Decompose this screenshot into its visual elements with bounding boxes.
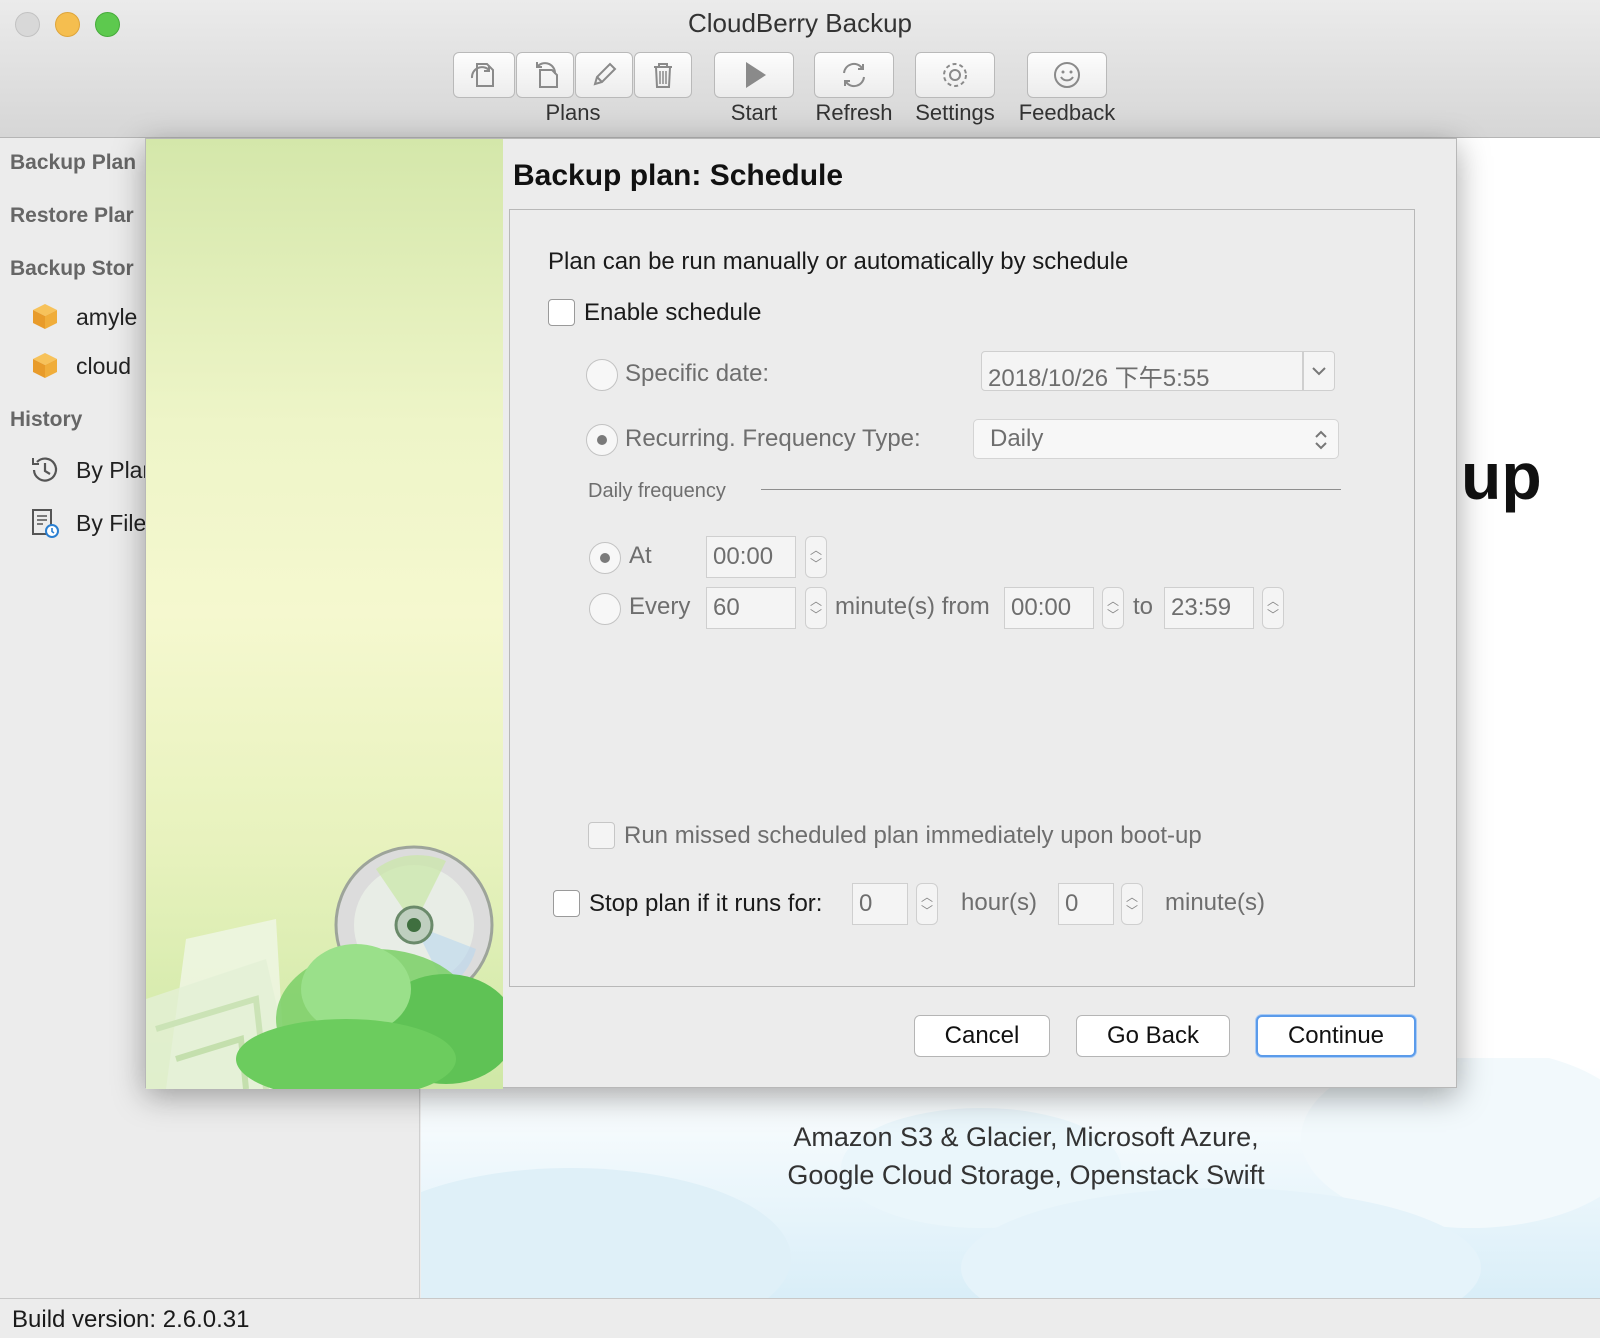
- sidebar-backup-storage[interactable]: Backup Stor: [10, 257, 134, 281]
- restore-plan-icon: [536, 62, 558, 88]
- plans-label: Plans: [545, 100, 601, 125]
- at-time-field[interactable]: 00:00: [706, 536, 796, 578]
- to-label: to: [1133, 593, 1154, 620]
- at-time-stepper[interactable]: ︿ ﹀: [805, 536, 827, 578]
- history-clock-icon: [32, 457, 58, 482]
- providers-line-2: Google Cloud Storage, Openstack Swift: [787, 1160, 1265, 1190]
- date-dropdown-button[interactable]: [1303, 351, 1335, 391]
- enable-schedule-checkbox[interactable]: [548, 299, 575, 326]
- sidebar-item-label: By File: [76, 509, 147, 536]
- settings-label: Settings: [915, 100, 995, 125]
- sidebar-item-history-by-file[interactable]: By File: [28, 506, 146, 540]
- amazon-s3-icon: [33, 353, 57, 378]
- at-time-radio[interactable]: [589, 542, 621, 574]
- stop-minutes-stepper[interactable]: ︿ ﹀: [1121, 883, 1143, 925]
- wizard-side-art: [146, 139, 503, 1089]
- providers-line-1: Amazon S3 & Glacier, Microsoft Azure,: [793, 1122, 1259, 1152]
- run-missed-checkbox[interactable]: [588, 822, 615, 849]
- edit-plan-button[interactable]: [575, 52, 633, 98]
- build-version: Build version: 2.6.0.31: [12, 1306, 250, 1333]
- hours-label: hour(s): [961, 889, 1038, 916]
- start-label: Start: [730, 100, 778, 125]
- every-minutes-stepper[interactable]: ︿ ﹀: [805, 587, 827, 629]
- from-time-stepper[interactable]: ︿ ﹀: [1102, 587, 1124, 629]
- title-bar: CloudBerry Backup Plans Start Refresh Se…: [0, 0, 1600, 138]
- dialog-title: Backup plan: Schedule: [513, 159, 844, 192]
- providers-text: Amazon S3 & Glacier, Microsoft Azure, Go…: [721, 1118, 1331, 1194]
- to-time-field[interactable]: 23:59: [1164, 587, 1254, 629]
- every-label: Every: [629, 593, 691, 620]
- trash-icon: [654, 63, 672, 88]
- continue-button[interactable]: Continue: [1256, 1015, 1416, 1057]
- backup-plan-icon: [470, 63, 494, 87]
- refresh-icon: [843, 62, 865, 88]
- section-divider: [761, 489, 1341, 490]
- schedule-dialog: Backup plan: Schedule Plan can be run ma…: [145, 138, 1457, 1089]
- every-minutes-field[interactable]: 60: [706, 587, 796, 629]
- stop-plan-label: Stop plan if it runs for:: [589, 890, 823, 917]
- go-back-button[interactable]: Go Back: [1076, 1015, 1230, 1057]
- specific-date-radio[interactable]: [586, 359, 618, 391]
- sidebar-history[interactable]: History: [10, 408, 82, 432]
- sidebar-item-label: By Plar: [76, 456, 151, 483]
- sidebar-item-label: amyle: [76, 303, 138, 330]
- recurring-radio[interactable]: [586, 424, 618, 456]
- stop-hours-stepper[interactable]: ︿ ﹀: [916, 883, 938, 925]
- refresh-button[interactable]: [814, 52, 894, 98]
- play-icon: [746, 62, 766, 88]
- every-radio[interactable]: [589, 593, 621, 625]
- sidebar-backup-plans[interactable]: Backup Plan: [10, 151, 136, 175]
- chevron-down-icon: [1312, 367, 1326, 376]
- sidebar-item-label: cloud: [76, 352, 131, 379]
- frequency-type-select[interactable]: Daily: [973, 419, 1339, 459]
- intro-text: Plan can be run manually or automaticall…: [548, 248, 1129, 275]
- status-bar: Build version: 2.6.0.31: [0, 1298, 1600, 1338]
- window-title: CloudBerry Backup: [688, 8, 912, 38]
- brand-title: up: [1461, 439, 1542, 513]
- feedback-button[interactable]: [1027, 52, 1107, 98]
- settings-button[interactable]: [915, 52, 995, 98]
- file-history-icon: [32, 509, 59, 538]
- edit-icon: [593, 62, 617, 86]
- cancel-button[interactable]: Cancel: [914, 1015, 1050, 1057]
- refresh-label: Refresh: [815, 100, 893, 125]
- sidebar-item-history-by-plan[interactable]: By Plar: [28, 453, 150, 487]
- sidebar-item-storage[interactable]: amyle: [28, 300, 137, 334]
- minutes-from-label: minute(s) from: [835, 593, 990, 620]
- delete-plan-button[interactable]: [634, 52, 692, 98]
- smiley-icon: [1054, 62, 1080, 88]
- stop-plan-checkbox[interactable]: [553, 890, 580, 917]
- sidebar-restore-plans[interactable]: Restore Plar: [10, 204, 134, 228]
- backup-cd-illustration: [146, 845, 503, 1089]
- recurring-label: Recurring. Frequency Type:: [625, 425, 921, 452]
- from-time-field[interactable]: 00:00: [1004, 587, 1094, 629]
- new-restore-plan-button[interactable]: [516, 52, 574, 98]
- enable-schedule-label: Enable schedule: [584, 299, 762, 326]
- start-button[interactable]: [714, 52, 794, 98]
- feedback-label: Feedback: [1018, 100, 1116, 125]
- stop-minutes-field[interactable]: 0: [1058, 883, 1114, 925]
- frequency-type-value: Daily: [990, 425, 1044, 452]
- stop-hours-field[interactable]: 0: [852, 883, 908, 925]
- new-backup-plan-button[interactable]: [453, 52, 515, 98]
- daily-frequency-heading: Daily frequency: [588, 480, 726, 502]
- sidebar-item-storage[interactable]: cloud: [28, 349, 131, 383]
- gear-icon: [943, 63, 967, 87]
- select-arrows-icon: [1315, 430, 1327, 450]
- amazon-s3-icon: [33, 304, 57, 329]
- to-time-stepper[interactable]: ︿ ﹀: [1262, 587, 1284, 629]
- specific-date-field[interactable]: 2018/10/26 下午5:55: [981, 351, 1303, 392]
- at-label: At: [629, 542, 652, 569]
- specific-date-label: Specific date:: [625, 360, 770, 387]
- minutes-label: minute(s): [1165, 889, 1266, 916]
- schedule-panel: Plan can be run manually or automaticall…: [509, 209, 1415, 987]
- run-missed-label: Run missed scheduled plan immediately up…: [624, 822, 1202, 849]
